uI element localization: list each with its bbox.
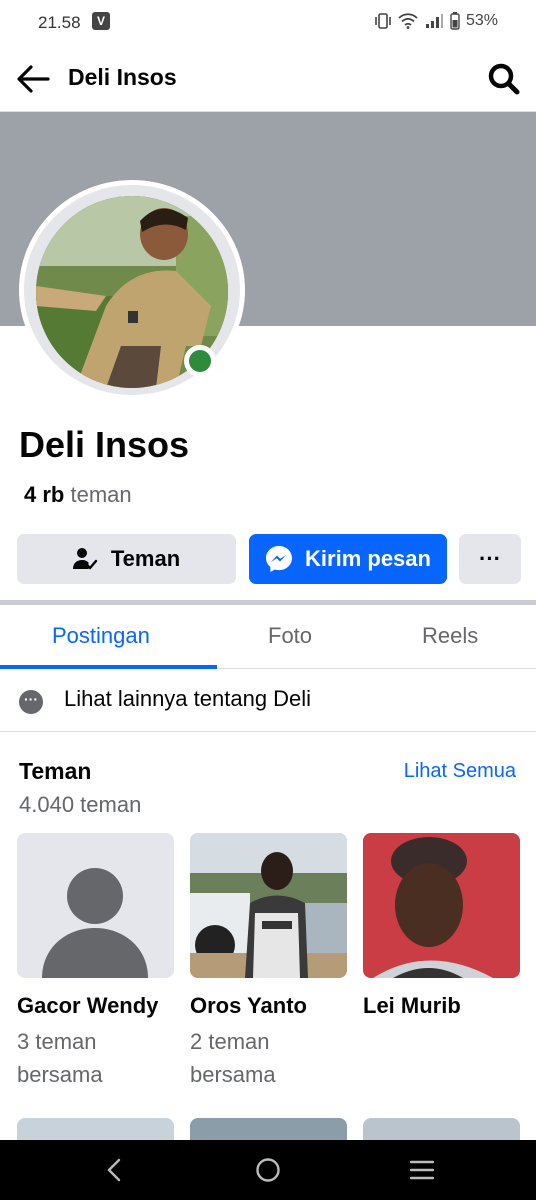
more-dots-icon: ··· [19,690,43,714]
friend-mutual: 2 teman bersama [190,1029,276,1087]
friend-card[interactable]: Gacor Wendy 3 teman bersama [17,833,174,1091]
friend-name: Oros Yanto [190,993,307,1018]
active-tab-indicator [0,665,217,669]
see-more-about-label: Lihat lainnya tentang Deli [64,686,312,711]
friends-count-value: 4 rb [24,482,65,507]
friend-mutual: 3 teman bersama [17,1029,103,1087]
vibrate-icon [375,13,391,29]
friends-button[interactable]: Teman [17,534,236,584]
friend-name: Gacor Wendy [17,993,159,1018]
profile-tabs: Postingan Foto Reels [0,605,536,669]
tab-reels[interactable]: Reels [422,623,478,649]
more-options-icon: ··· [479,546,501,571]
friend-photo [363,833,520,978]
tab-posts[interactable]: Postingan [52,623,150,649]
see-more-about-row[interactable]: ··· Lihat lainnya tentang Deli [0,670,536,732]
signal-icon [425,14,443,28]
nav-recents-button[interactable] [392,1150,452,1190]
friend-card[interactable]: Lei Murib [363,833,520,1019]
friends-count[interactable]: 4 rb teman [24,482,132,508]
menu-lines-icon [409,1160,435,1180]
nav-home-button[interactable] [238,1150,298,1190]
friend-card[interactable]: Oros Yanto 2 teman bersama [190,833,347,1091]
notification-badge-icon: V [92,12,110,30]
more-options-button[interactable]: ··· [459,534,521,584]
tab-photos[interactable]: Foto [268,623,312,649]
battery-icon [450,12,460,30]
arrow-left-icon [17,65,50,93]
friend-check-icon [72,548,98,570]
home-circle-icon [256,1158,280,1182]
top-app-bar: Deli Insos [0,46,536,112]
messenger-icon [266,546,293,572]
friend-photo [190,833,347,978]
see-all-friends-link[interactable]: Lihat Semua [404,760,516,783]
wifi-icon [398,13,418,29]
status-icons: 53% [374,12,498,30]
back-button[interactable] [14,60,52,98]
status-bar: 21.58 V 53% [0,0,536,46]
page-title: Deli Insos [68,64,177,90]
search-icon [488,63,520,95]
friend-name: Lei Murib [363,993,461,1018]
send-message-label: Kirim pesan [305,546,431,571]
status-time: 21.58 [38,13,81,32]
friends-total: 4.040 teman [19,792,142,817]
friends-section-title: Teman [19,758,92,784]
system-navigation-bar [0,1140,536,1200]
battery-percent: 53% [465,12,498,29]
friends-button-label: Teman [110,546,181,571]
nav-back-button[interactable] [84,1150,144,1190]
search-button[interactable] [484,59,524,99]
profile-name: Deli Insos [19,424,190,465]
default-avatar-icon [17,833,174,978]
friends-count-label: teman [70,482,132,507]
send-message-button[interactable]: Kirim pesan [249,534,447,584]
chevron-left-icon [107,1158,121,1182]
online-status-icon [184,345,216,377]
